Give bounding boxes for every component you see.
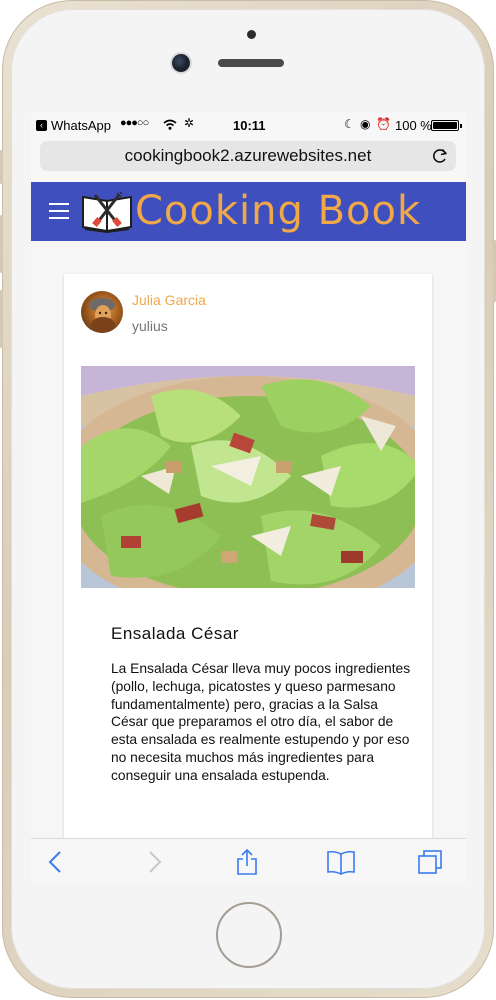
cooking-book-logo-icon[interactable] <box>81 189 133 233</box>
back-to-app-icon[interactable]: ‹ <box>36 120 47 131</box>
author-username: yulius <box>132 318 168 334</box>
author-name[interactable]: Julia Garcia <box>132 292 206 308</box>
recipe-title[interactable]: Ensalada César <box>111 624 239 644</box>
share-icon[interactable] <box>234 849 260 875</box>
wifi-icon <box>163 119 177 130</box>
phone-screen: ‹ WhatsApp ●●●○○ ✲ 10:11 ☾ ◉ ⏰ 100 % coo… <box>31 113 466 884</box>
battery-label: 100 % <box>395 118 432 133</box>
recipe-card[interactable]: Julia Garcia yulius Ensalada César La En… <box>64 274 432 884</box>
home-button[interactable] <box>216 902 282 968</box>
earpiece <box>218 59 284 67</box>
tabs-icon[interactable] <box>417 849 443 875</box>
signal-icon: ●●●○○ <box>120 117 149 129</box>
activity-spinner-icon: ✲ <box>184 116 195 130</box>
orientation-lock-icon: ◉ <box>360 117 371 131</box>
front-camera <box>172 54 190 72</box>
menu-icon[interactable] <box>49 203 69 219</box>
bookmarks-icon[interactable] <box>326 849 356 875</box>
alarm-icon: ⏰ <box>376 117 391 131</box>
status-bar: ‹ WhatsApp ●●●○○ ✲ 10:11 ☾ ◉ ⏰ 100 % <box>31 113 466 137</box>
browser-address-area: cookingbook2.azurewebsites.net <box>31 137 466 182</box>
volume-up-button <box>0 215 3 273</box>
proximity-sensor <box>247 30 256 39</box>
moon-icon: ☾ <box>344 117 355 131</box>
reload-icon[interactable] <box>430 146 450 166</box>
back-icon[interactable] <box>43 849 69 875</box>
recipe-photo[interactable] <box>81 366 415 588</box>
main-content: Julia Garcia yulius Ensalada César La En… <box>31 241 466 884</box>
app-header: Cooking Book <box>31 182 466 241</box>
back-app-label[interactable]: WhatsApp <box>51 118 111 133</box>
url-text[interactable]: cookingbook2.azurewebsites.net <box>125 146 372 165</box>
volume-down-button <box>0 290 3 348</box>
recipe-description: La Ensalada César lleva muy pocos ingred… <box>111 661 411 783</box>
url-bar[interactable]: cookingbook2.azurewebsites.net <box>40 141 456 171</box>
battery-icon <box>431 120 462 131</box>
time-label: 10:11 <box>233 118 266 133</box>
forward-icon[interactable] <box>141 849 167 875</box>
browser-toolbar <box>31 838 466 884</box>
author-avatar[interactable] <box>81 291 123 333</box>
app-title[interactable]: Cooking Book <box>135 188 421 234</box>
mute-switch <box>0 150 3 184</box>
